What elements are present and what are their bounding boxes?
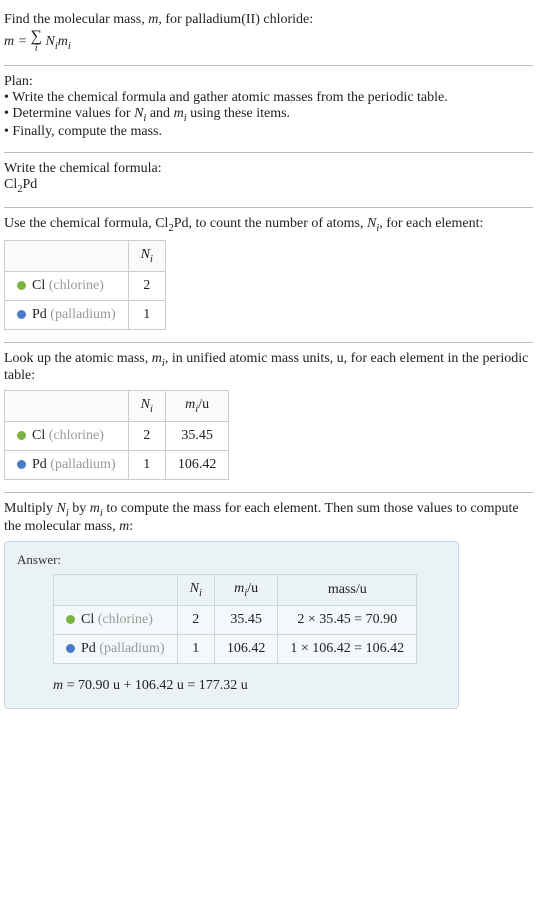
intro-text-b: , for palladium(II) chloride: xyxy=(158,12,313,27)
table-header-row: Ni mi/u mass/u xyxy=(54,574,417,605)
var-mi-3: mi xyxy=(90,501,103,516)
write-formula-section: Write the chemical formula: Cl2Pd xyxy=(4,153,533,208)
sigma-icon: ∑ xyxy=(31,30,42,44)
table-header-mi: mi/u xyxy=(214,574,278,605)
sum-symbol: ∑ i xyxy=(31,30,42,53)
plan-section: Plan: • Write the chemical formula and g… xyxy=(4,66,533,153)
cell-mass: 2 × 35.45 = 70.90 xyxy=(278,605,417,634)
plan-bullet-2: • Determine values for Ni and mi using t… xyxy=(4,106,533,124)
cell-m: 35.45 xyxy=(214,605,278,634)
table-row: Pd (palladium) 1 xyxy=(5,300,166,329)
cell-n: 1 xyxy=(128,451,165,480)
var-m: m xyxy=(148,12,158,27)
table-header-row: Ni mi/u xyxy=(5,391,229,422)
table-header-mi: mi/u xyxy=(165,391,229,422)
table-header-row: Ni xyxy=(5,240,166,271)
element-cell-pd: Pd (palladium) xyxy=(54,634,178,663)
cell-n: 2 xyxy=(128,422,165,451)
table-row: Pd (palladium) 1 106.42 xyxy=(5,451,229,480)
cell-n: 1 xyxy=(177,634,214,663)
element-dot-icon xyxy=(17,281,26,290)
intro-text-a: Find the molecular mass, xyxy=(4,12,148,27)
table-header-empty xyxy=(5,391,129,422)
table-row: Cl (chlorine) 2 35.45 2 × 35.45 = 70.90 xyxy=(54,605,417,634)
plan-title: Plan: xyxy=(4,74,533,90)
atom-count-table: Ni Cl (chlorine) 2 Pd (palladium) 1 xyxy=(4,240,166,330)
element-dot-icon xyxy=(17,460,26,469)
formula-ni: Nimi xyxy=(45,34,70,49)
table-header-empty xyxy=(54,574,178,605)
intro-text: Find the molecular mass, m, for palladiu… xyxy=(4,12,533,28)
table-header-empty xyxy=(5,240,129,271)
cell-m: 106.42 xyxy=(165,451,229,480)
lookup-mass-section: Look up the atomic mass, mi, in unified … xyxy=(4,343,533,494)
cell-m: 106.42 xyxy=(214,634,278,663)
plan-bullet-1: • Write the chemical formula and gather … xyxy=(4,90,533,106)
mass-formula: m = ∑ i Nimi xyxy=(4,30,533,53)
element-cell-cl: Cl (chlorine) xyxy=(54,605,178,634)
var-Ni: Ni xyxy=(134,106,146,121)
var-m-2: m xyxy=(119,519,129,534)
var-mi: mi xyxy=(174,106,187,121)
element-dot-icon xyxy=(66,615,75,624)
cell-n: 2 xyxy=(177,605,214,634)
var-mi-2: mi xyxy=(152,351,165,366)
formula-m: m xyxy=(4,34,14,49)
write-formula-title: Write the chemical formula: xyxy=(4,161,533,177)
table-header-ni: Ni xyxy=(177,574,214,605)
element-cell-cl: Cl (chlorine) xyxy=(5,271,129,300)
answer-label: Answer: xyxy=(17,552,446,568)
chemical-formula: Cl2Pd xyxy=(4,177,533,195)
compute-section: Multiply Ni by mi to compute the mass fo… xyxy=(4,493,533,709)
lookup-text: Look up the atomic mass, mi, in unified … xyxy=(4,351,533,385)
element-cell-cl: Cl (chlorine) xyxy=(5,422,129,451)
atomic-mass-table: Ni mi/u Cl (chlorine) 2 35.45 Pd (pallad… xyxy=(4,390,229,480)
table-row: Pd (palladium) 1 106.42 1 × 106.42 = 106… xyxy=(54,634,417,663)
intro-section: Find the molecular mass, m, for palladiu… xyxy=(4,4,533,66)
element-dot-icon xyxy=(17,431,26,440)
answer-table: Ni mi/u mass/u Cl (chlorine) 2 35.45 2 ×… xyxy=(53,574,417,664)
count-atoms-section: Use the chemical formula, Cl2Pd, to coun… xyxy=(4,208,533,343)
table-header-ni: Ni xyxy=(128,240,165,271)
answer-result: m = 70.90 u + 106.42 u = 177.32 u xyxy=(53,678,446,694)
cell-n: 1 xyxy=(128,300,165,329)
count-atoms-text: Use the chemical formula, Cl2Pd, to coun… xyxy=(4,216,533,234)
plan-bullet-3: • Finally, compute the mass. xyxy=(4,124,533,140)
cell-m: 35.45 xyxy=(165,422,229,451)
table-row: Cl (chlorine) 2 xyxy=(5,271,166,300)
cell-n: 2 xyxy=(128,271,165,300)
table-row: Cl (chlorine) 2 35.45 xyxy=(5,422,229,451)
sum-index: i xyxy=(31,44,42,53)
table-header-ni: Ni xyxy=(128,391,165,422)
answer-box: Answer: Ni mi/u mass/u Cl (chlorine) 2 3… xyxy=(4,541,459,709)
compute-text: Multiply Ni by mi to compute the mass fo… xyxy=(4,501,533,535)
var-Ni-2: Ni xyxy=(367,216,379,231)
cell-mass: 1 × 106.42 = 106.42 xyxy=(278,634,417,663)
var-Ni-3: Ni xyxy=(57,501,69,516)
element-cell-pd: Pd (palladium) xyxy=(5,451,129,480)
element-dot-icon xyxy=(17,310,26,319)
element-dot-icon xyxy=(66,644,75,653)
element-cell-pd: Pd (palladium) xyxy=(5,300,129,329)
table-header-mass: mass/u xyxy=(278,574,417,605)
